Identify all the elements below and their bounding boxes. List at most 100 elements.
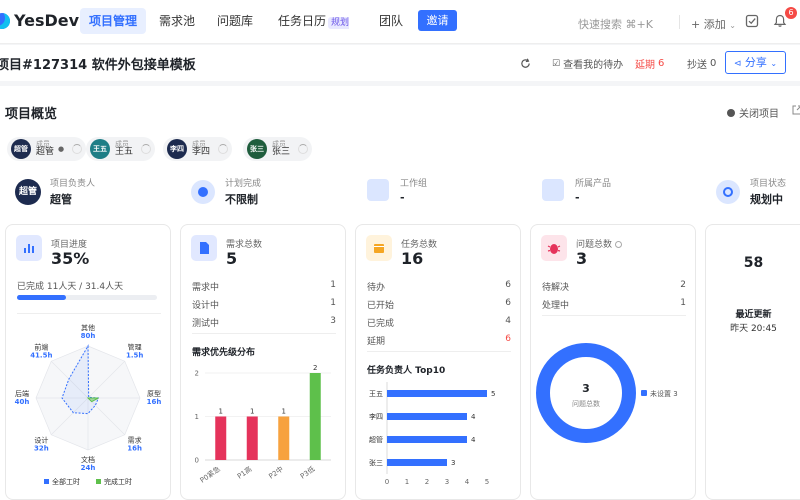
requirements-value: 5 — [226, 249, 238, 268]
recent-updates-label: 最近更新 — [735, 310, 772, 320]
folder-icon — [366, 235, 392, 261]
nav-item-issue-library[interactable]: 问题库 — [214, 8, 256, 34]
list-item[interactable]: 延期 6 — [367, 334, 511, 347]
member-chip[interactable]: 王五 成员 王五 — [86, 137, 156, 161]
notification-count-badge: 6 — [785, 7, 797, 19]
row-label: 已完成 — [367, 319, 395, 329]
bar — [387, 436, 467, 443]
progress-bar-track — [17, 295, 157, 300]
info-workgroup: 工作组 - — [367, 176, 427, 204]
nav-item-project-management[interactable]: 项目管理 — [80, 8, 146, 34]
radar-axis-value: 16h — [127, 445, 142, 453]
my-todo-link[interactable]: ☑ 查看我的待办 — [552, 56, 624, 72]
info-value: 不限制 — [225, 193, 258, 206]
member-name: 王五 — [115, 146, 134, 157]
list-item[interactable]: 已完成 4 — [367, 316, 511, 329]
bar — [387, 390, 487, 397]
logo-text: YesDev — [14, 11, 80, 30]
bar-value-label: 5 — [491, 390, 495, 398]
bar-value-label: 1 — [282, 408, 286, 416]
avatar: 李四 — [167, 139, 187, 159]
bar — [387, 413, 467, 420]
progress-card: 项目进度 35% 已完成 11人天 / 31.4人天 其他 80h 管理 1.5h 原型… — [5, 224, 171, 500]
project-overview-panel: 项目概览 关闭项目 超管 成员 超管 ● 王五 成员 王五 李四 成员 李四 张三 成… — [0, 86, 800, 500]
loading-icon — [141, 144, 152, 154]
quick-search[interactable]: 快速搜索 ⌘+K — [578, 16, 653, 32]
delay-label: 延期 — [635, 60, 655, 71]
share-icon: ⊲ — [733, 59, 742, 69]
issues-donut-chart: 3 问题总数 未设置 3 — [536, 343, 678, 443]
avatar: 超管 — [11, 139, 31, 159]
cc-label: 抄送 — [687, 60, 707, 71]
progress-bar-fill — [17, 295, 66, 300]
member-chip[interactable]: 张三 成员 张三 — [243, 137, 313, 161]
tasks-card: 任务总数 16 待办 6 已开始 6 已完成 4 延期 6 任务负责人 Top10 01… — [355, 224, 521, 500]
priority-bar-chart: 0 1 2 1 P0紧急 1 P1高 1 P2中 2 P3低 — [195, 364, 331, 485]
x-tick-label: 4 — [465, 478, 470, 486]
list-item[interactable]: 设计中 1 — [192, 298, 336, 311]
row-label: 需求中 — [192, 283, 220, 293]
radar-axis-label: 后端 — [15, 389, 29, 398]
list-item[interactable]: 已开始 6 — [367, 298, 511, 311]
chevron-down-icon: ⌄ — [770, 59, 778, 68]
x-tick-label: P1高 — [235, 464, 253, 480]
nav-item-team[interactable]: 团队 — [376, 8, 406, 34]
list-item[interactable]: 待办 6 — [367, 280, 511, 293]
bar — [215, 416, 227, 460]
info-label: 项目负责人 — [50, 179, 96, 189]
logo-mark-icon — [0, 12, 10, 29]
close-project-button[interactable]: 关闭项目 — [727, 105, 779, 120]
divider — [17, 313, 161, 314]
radar-axis-value: 80h — [81, 332, 96, 340]
recent-updates-card: 58 最近更新 昨天 20:45 — [705, 224, 800, 500]
list-item[interactable]: 待解决 2 — [542, 280, 686, 293]
task-owner-bar-chart: 0 1 2 3 4 5 王五 5 李四 4 超管 4 张三 3 — [369, 382, 495, 486]
y-tick-label: 0 — [195, 457, 199, 465]
member-chip[interactable]: 超管 成员 超管 ● — [7, 137, 87, 161]
x-tick-label: 1 — [405, 478, 409, 486]
info-planned-completion: 计划完成 不限制 — [191, 176, 261, 207]
info-label: 计划完成 — [225, 179, 262, 189]
project-title: 项目#127314 软件外包接单模板 — [0, 58, 196, 73]
row-value: 1 — [330, 298, 336, 308]
x-tick-label: 2 — [425, 478, 429, 486]
radar-axis-label: 设计 — [34, 436, 48, 445]
divider — [679, 15, 680, 29]
nav-item-task-calendar[interactable]: 任务日历规划4 — [278, 8, 354, 57]
project-header: 项目#127314 软件外包接单模板 ☑ 查看我的待办 延期 6 抄送 0 ⊲ … — [0, 45, 800, 81]
info-icon[interactable] — [614, 241, 622, 248]
list-item[interactable]: 测试中 3 — [192, 316, 336, 329]
share-button[interactable]: ⊲ 分享 ⌄ — [725, 51, 786, 74]
row-label: 处理中 — [542, 301, 570, 311]
my-todo-label: 查看我的待办 — [563, 60, 624, 71]
delay-count: 6 — [658, 58, 665, 69]
row-value: 1 — [330, 280, 336, 290]
list-item[interactable]: 处理中 1 — [542, 298, 686, 311]
member-chip[interactable]: 李四 成员 李四 — [163, 137, 233, 161]
task-check-icon[interactable] — [745, 14, 759, 28]
radar-axis-label: 原型 — [147, 389, 161, 398]
add-label: + 添加 — [691, 18, 726, 31]
add-menu-button[interactable]: + 添加 ⌄ — [691, 16, 736, 32]
cc-filter[interactable]: 抄送 0 — [687, 56, 716, 71]
yesdev-logo[interactable]: YesDev — [0, 11, 79, 30]
list-item[interactable]: 需求中 1 — [192, 280, 336, 293]
row-value: 4 — [505, 316, 511, 326]
refresh-icon[interactable] — [520, 58, 531, 69]
y-tick-label: 李四 — [369, 412, 383, 421]
invite-button[interactable]: 邀请 — [418, 10, 457, 31]
info-label: 项目状态 — [750, 179, 787, 189]
row-label: 待办 — [367, 283, 386, 293]
divider — [542, 315, 686, 316]
loading-icon — [298, 144, 309, 154]
user-icon: ● — [58, 145, 65, 153]
tasks-value: 16 — [401, 249, 424, 268]
nav-item-requirements-pool[interactable]: 需求池 — [156, 8, 198, 34]
close-project-label: 关闭项目 — [739, 109, 779, 120]
external-link-icon[interactable] — [792, 105, 800, 115]
y-tick-label: 张三 — [369, 458, 383, 467]
divider — [367, 351, 511, 352]
priority-chart-title: 需求优先级分布 — [192, 348, 256, 358]
x-tick-label: 0 — [385, 478, 389, 486]
delay-filter[interactable]: 延期 6 — [635, 56, 664, 71]
